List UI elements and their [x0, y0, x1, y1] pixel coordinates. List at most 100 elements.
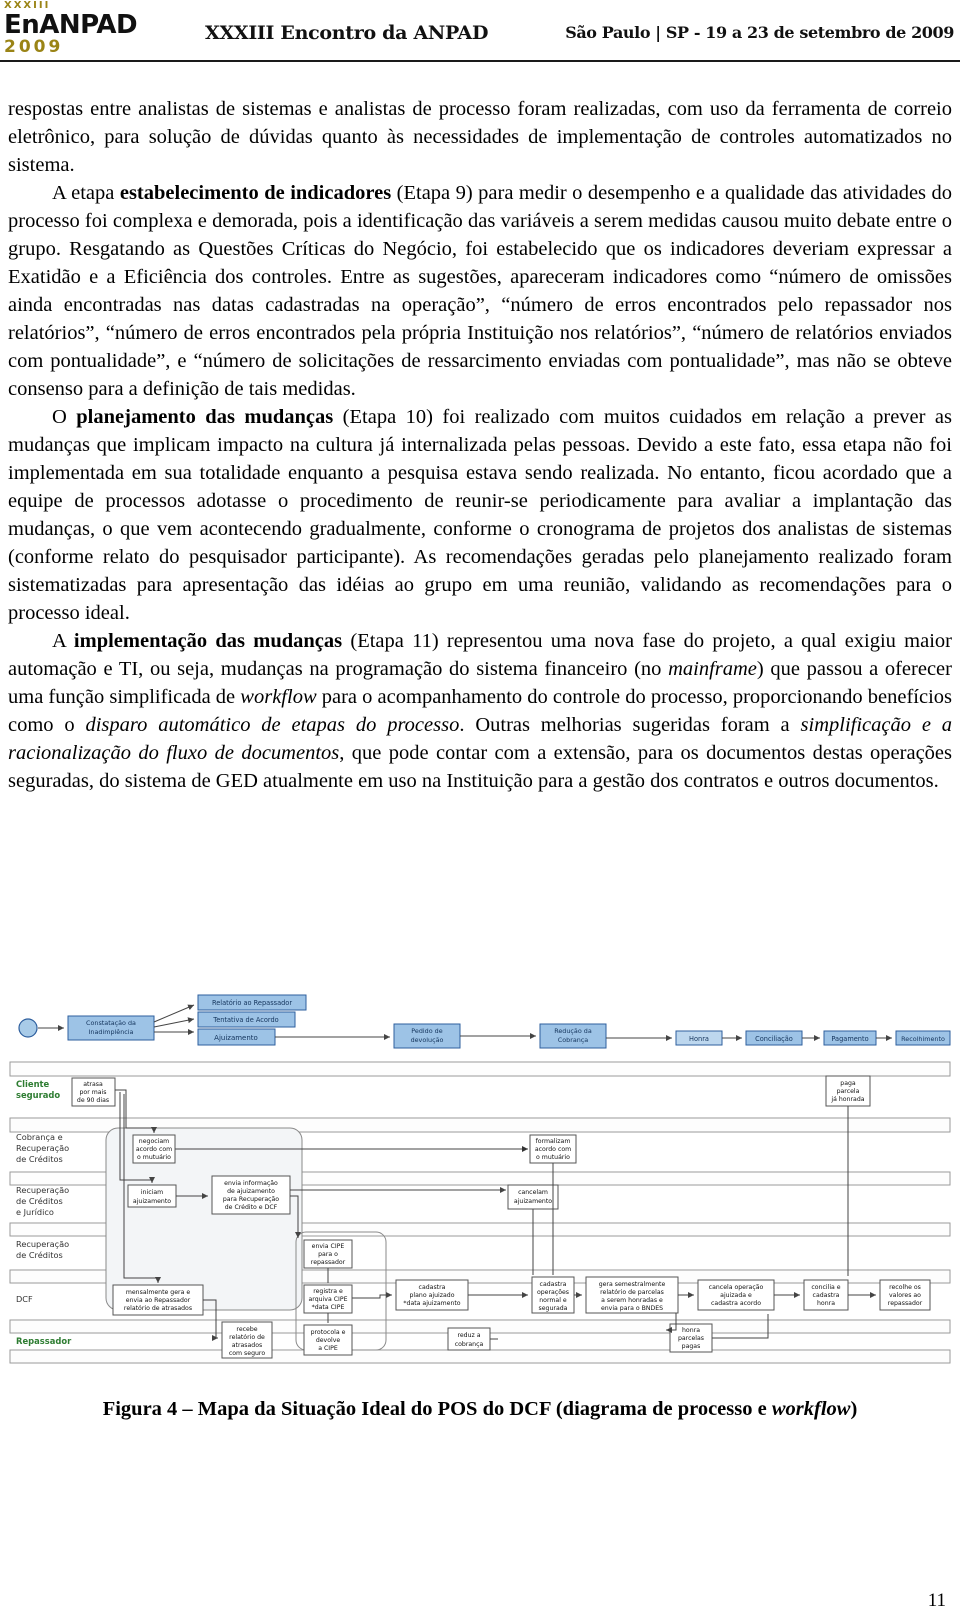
- task-envia-info-l3: para Recuperação: [223, 1196, 279, 1203]
- node-ajuizamento-label: Ajuizamento: [214, 1034, 258, 1042]
- page-number: 11: [927, 1590, 946, 1611]
- task-registra-l2: arquiva CIPE: [308, 1296, 347, 1303]
- task-atrasa-l1: atrasa: [83, 1081, 103, 1088]
- node-reducao-cobranca-label-1: Redução da: [554, 1027, 592, 1035]
- event-title: XXXIII Encontro da ANPAD: [205, 22, 489, 44]
- paragraph-4: A implementação das mudanças (Etapa 11) …: [8, 627, 952, 795]
- task-iniciam-l1: iniciam: [141, 1189, 163, 1196]
- caption-part-2: ): [850, 1398, 858, 1420]
- lane-label-recjur-1: Recuperação: [16, 1185, 69, 1195]
- task-cadoper-l3: normal e: [539, 1297, 567, 1304]
- lane-label-cliente-2: segurado: [16, 1090, 60, 1100]
- p2-rest: (Etapa 9) para medir o desempenho e a qu…: [8, 182, 952, 400]
- p2-lead: A etapa: [52, 182, 120, 204]
- paragraph-2: A etapa estabelecimento de indicadores (…: [8, 179, 952, 403]
- lane-label-cobranca-3: de Créditos: [16, 1154, 63, 1164]
- enanpad-logo: XXXIII EnANPAD 2009: [4, 1, 138, 56]
- task-formalizam-l1: formalizam: [536, 1138, 571, 1145]
- figure-caption: Figura 4 – Mapa da Situação Ideal do POS…: [0, 1398, 960, 1421]
- node-honra-label: Honra: [689, 1035, 709, 1043]
- task-envia-cipe-l1: envia CIPE: [312, 1243, 345, 1250]
- task-envia-info-l2: de ajuizamento: [227, 1188, 275, 1195]
- task-recolhe-l2: valores ao: [889, 1292, 921, 1299]
- node-constatacao-label-2: Inadimplência: [89, 1028, 134, 1036]
- task-envia-info-l4: de Crédito e DCF: [225, 1203, 278, 1211]
- task-cadoper-l2: operações: [537, 1289, 569, 1296]
- task-honrapar-l1: honra: [682, 1327, 700, 1334]
- lane-sep-0: [9, 1061, 951, 1077]
- top-process-chain: Constatação da Inadimplência Relatório a…: [18, 994, 951, 1049]
- lane-label-rec-1: Recuperação: [16, 1239, 69, 1249]
- event-place-date: São Paulo | SP - 19 a 23 de setembro de …: [565, 23, 954, 42]
- task-cadplano-l2: plano ajuizado: [409, 1292, 454, 1299]
- p3-rest: (Etapa 10) foi realizado com muitos cuid…: [8, 406, 953, 624]
- node-conciliacao-label: Conciliação: [755, 1035, 793, 1043]
- task-cancop-l1: cancela operação: [709, 1284, 764, 1291]
- lane-label-dcf: DCF: [16, 1294, 33, 1304]
- caption-part-1: Figura 4 – Mapa da Situação Ideal do POS…: [102, 1398, 772, 1420]
- task-iniciam-l2: ajuizamento: [133, 1198, 171, 1205]
- task-recolhe-l1: recolhe os: [889, 1284, 921, 1291]
- task-formalizam-l2: acordo com: [535, 1146, 571, 1153]
- lane-sep-6: [9, 1349, 951, 1364]
- lane-label-recjur-3: e Jurídico: [16, 1207, 54, 1217]
- node-recolhimento-label: Recolhimento: [901, 1035, 945, 1043]
- page-header: XXXIII EnANPAD 2009 XXXIII Encontro da A…: [0, 0, 960, 62]
- task-honrapar-l3: pagas: [682, 1343, 701, 1350]
- p3-bold-term: planejamento das mudanças: [76, 406, 334, 428]
- task-cadoper-l1: cadastra: [540, 1281, 567, 1288]
- node-pagamento-label: Pagamento: [831, 1035, 868, 1043]
- task-recolhe-l3: repassador: [888, 1300, 923, 1307]
- task-cancop-l3: cadastra acordo: [711, 1300, 761, 1307]
- task-cancop-l2: ajuizada e: [720, 1292, 752, 1299]
- p4-lead: A: [52, 630, 74, 652]
- p2-bold-term: estabelecimento de indicadores: [119, 182, 392, 204]
- paragraph-1-text: respostas entre analistas de sistemas e …: [8, 98, 952, 176]
- task-honrapar-l2: parcelas: [678, 1335, 704, 1342]
- start-node: [18, 1018, 38, 1038]
- task-protocola-l3: a CIPE: [318, 1345, 338, 1352]
- task-envia-info-l1: envia informação: [224, 1180, 278, 1187]
- task-mensal-l1: mensalmente gera e: [126, 1289, 190, 1296]
- task-recebe-l1: recebe: [236, 1326, 257, 1333]
- task-cadplano-l1: cadastra: [419, 1284, 446, 1291]
- task-cadplano-l3: *data ajuizamento: [403, 1300, 460, 1307]
- p4-seg-e: . Outras melhorias sugeridas foram a: [459, 714, 801, 736]
- task-paga-l1: paga: [840, 1080, 856, 1087]
- task-protocola-l1: protocola e: [311, 1329, 346, 1336]
- paragraph-3: O planejamento das mudanças (Etapa 10) f…: [8, 403, 952, 627]
- task-concilia-l3: honra: [817, 1300, 835, 1307]
- lane-label-repassador: Repassador: [16, 1336, 72, 1346]
- lane-label-cliente-1: Cliente: [16, 1079, 50, 1089]
- p4-bold-term: implementação das mudanças: [73, 630, 343, 652]
- logo-wordmark: EnANPAD: [4, 10, 138, 40]
- task-recebe-l4: com seguro: [229, 1350, 265, 1357]
- task-protocola-l2: devolve: [316, 1337, 341, 1344]
- lane-label-rec-2: de Créditos: [16, 1250, 63, 1260]
- task-concilia-l2: cadastra: [813, 1292, 840, 1299]
- lane-label-recjur-2: de Créditos: [16, 1196, 63, 1206]
- p4-italic-mainframe: mainframe: [668, 658, 757, 680]
- task-formalizam-l3: o mutuário: [536, 1153, 570, 1161]
- task-envia-cipe-l2: para o: [318, 1251, 338, 1258]
- task-cancelam-l1: cancelam: [518, 1189, 548, 1196]
- task-semestral-l4: envia para o BNDES: [601, 1305, 663, 1312]
- p3-lead: O: [52, 406, 77, 428]
- node-constatacao-label-1: Constatação da: [86, 1019, 136, 1027]
- task-negociam-l2: acordo com: [136, 1146, 172, 1153]
- task-recebe-l3: atrasados: [232, 1342, 263, 1349]
- caption-italic-workflow: workflow: [771, 1398, 851, 1420]
- p4-italic-workflow: workflow: [240, 686, 317, 708]
- task-reduz-l1: reduz a: [457, 1332, 480, 1339]
- task-negociam-l1: negociam: [139, 1138, 169, 1145]
- document-body: respostas entre analistas de sistemas e …: [8, 95, 952, 795]
- p4-italic-disparo: disparo automático de etapas do processo: [85, 714, 460, 736]
- node-tentativa-acordo-label: Tentativa de Acordo: [212, 1016, 278, 1024]
- node-relatorio-repassador-label: Relatório ao Repassador: [212, 999, 292, 1007]
- task-atrasa-l2: por mais: [80, 1089, 107, 1096]
- task-semestral-l3: a serem honradas e: [601, 1297, 663, 1304]
- lane-label-cobranca-2: Recuperação: [16, 1143, 69, 1153]
- task-mensal-l3: relatório de atrasados: [124, 1304, 192, 1312]
- task-semestral-l1: gera semestralmente: [599, 1281, 666, 1288]
- task-envia-cipe-l3: repassador: [311, 1259, 346, 1266]
